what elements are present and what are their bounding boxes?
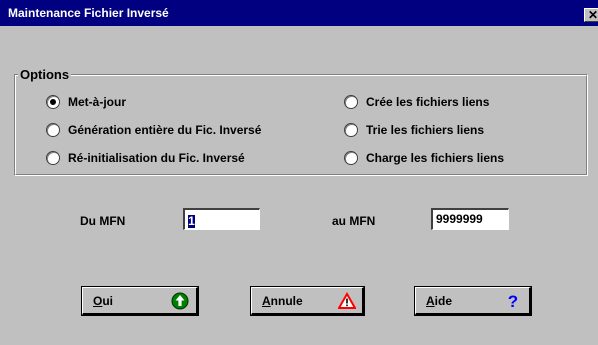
svg-text:?: ?	[508, 292, 518, 310]
radio-indicator	[46, 123, 60, 137]
warning-triangle-icon	[338, 292, 356, 309]
radio-cree-fichiers-liens[interactable]: Crée les fichiers liens	[344, 93, 489, 111]
radio-generation-entiere[interactable]: Génération entière du Fic. Inversé	[46, 121, 261, 139]
radio-charge-fichiers-liens[interactable]: Charge les fichiers liens	[344, 149, 504, 167]
options-group-label: Options	[18, 67, 72, 82]
from-mfn-label: Du MFN	[80, 214, 126, 228]
radio-indicator	[344, 151, 358, 165]
to-mfn-value: 9999999	[436, 212, 483, 226]
radio-label: Trie les fichiers liens	[366, 123, 485, 137]
radio-indicator	[46, 151, 60, 165]
title-bar[interactable]: Maintenance Fichier Inversé ✕	[0, 0, 598, 26]
green-up-arrow-icon	[171, 292, 189, 310]
from-mfn-input[interactable]: 1	[183, 208, 260, 230]
help-button-label: Aide	[426, 294, 453, 308]
close-button[interactable]: ✕	[584, 8, 598, 22]
radio-indicator	[46, 95, 60, 109]
radio-selected-dot	[50, 99, 56, 105]
cancel-button[interactable]: Annule	[250, 286, 365, 316]
radio-trie-fichiers-liens[interactable]: Trie les fichiers liens	[344, 121, 484, 139]
radio-re-initialisation[interactable]: Ré-initialisation du Fic. Inversé	[46, 149, 245, 167]
window-title: Maintenance Fichier Inversé	[8, 6, 169, 20]
cancel-button-label: Annule	[262, 294, 303, 308]
radio-label: Génération entière du Fic. Inversé	[68, 123, 262, 137]
radio-indicator	[344, 95, 358, 109]
radio-label: Charge les fichiers liens	[366, 151, 505, 165]
radio-label: Met-à-jour	[68, 95, 126, 109]
radio-met-a-jour[interactable]: Met-à-jour	[46, 93, 126, 111]
ok-button-label: Oui	[93, 294, 114, 308]
close-icon: ✕	[588, 8, 598, 22]
question-mark-icon: ?	[508, 292, 518, 310]
radio-indicator	[344, 123, 358, 137]
radio-label: Crée les fichiers liens	[366, 95, 490, 109]
dialog-window: Maintenance Fichier Inversé ✕ Options Me…	[0, 0, 598, 345]
to-mfn-label: au MFN	[332, 214, 376, 228]
from-mfn-value: 1	[188, 214, 195, 228]
help-button[interactable]: Aide ?	[414, 286, 532, 316]
to-mfn-input[interactable]: 9999999	[431, 208, 509, 230]
radio-label: Ré-initialisation du Fic. Inversé	[68, 151, 245, 165]
ok-button[interactable]: Oui	[81, 286, 199, 316]
